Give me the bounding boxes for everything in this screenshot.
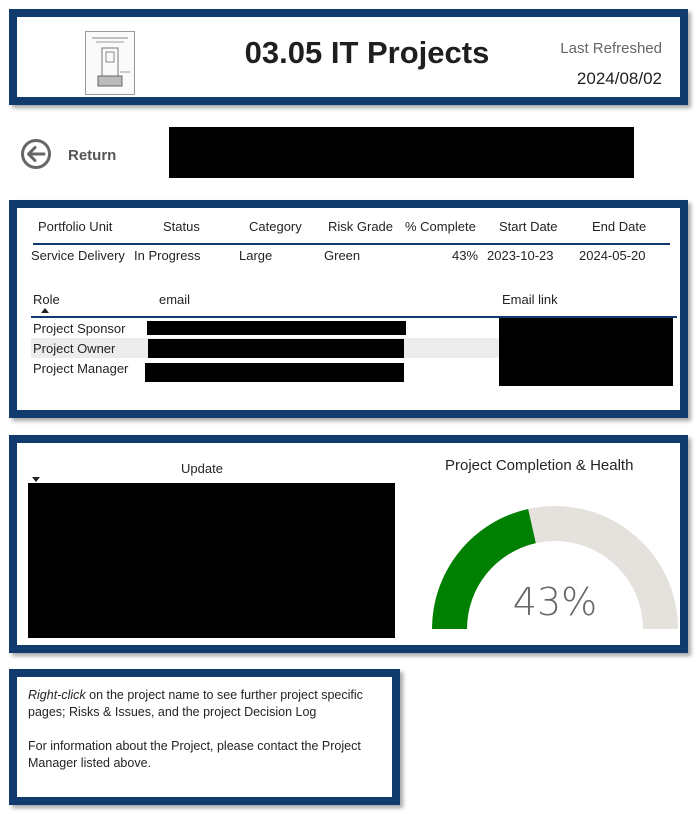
role-project-sponsor: Project Sponsor	[33, 321, 126, 336]
col-category[interactable]: Category	[249, 219, 302, 234]
note-emphasis: Right-click	[28, 688, 86, 702]
info-note-panel: Right-click on the project name to see f…	[9, 669, 400, 805]
gauge-value: 43%	[513, 580, 597, 624]
completion-gauge: 43%	[432, 506, 678, 629]
page-title: 03.05 IT Projects	[244, 35, 490, 70]
note-contact-text: For information about the Project, pleas…	[28, 739, 361, 770]
cell-risk-grade: Green	[324, 248, 361, 263]
redacted-project-name	[169, 127, 634, 178]
redacted-sponsor-email	[147, 321, 406, 335]
col-end-date[interactable]: End Date	[592, 219, 646, 234]
last-refreshed-label: Last Refreshed	[560, 40, 662, 57]
cell-status: In Progress	[134, 248, 201, 263]
sort-descending-icon[interactable]	[32, 477, 40, 482]
back-arrow-icon[interactable]	[20, 138, 52, 170]
return-button[interactable]: Return	[20, 138, 140, 172]
logo-image	[85, 31, 135, 95]
return-label[interactable]: Return	[68, 147, 116, 164]
redacted-email-links	[499, 318, 673, 386]
gauge-title: Project Completion & Health	[445, 457, 634, 474]
cell-start-date: 2023-10-23	[487, 248, 554, 263]
redacted-owner-email	[148, 339, 404, 358]
sort-ascending-icon[interactable]	[41, 308, 49, 313]
cell-end-date: 2024-05-20	[579, 248, 646, 263]
col-risk-grade[interactable]: Risk Grade	[328, 219, 393, 234]
col-status[interactable]: Status	[163, 219, 200, 234]
cell-portfolio-unit: Service Delivery	[31, 248, 125, 263]
last-refreshed-date: 2024/08/02	[576, 69, 662, 88]
col-start-date[interactable]: Start Date	[499, 219, 558, 234]
role-project-owner: Project Owner	[33, 341, 116, 356]
col-role[interactable]: Role	[33, 292, 60, 307]
col-email[interactable]: email	[159, 292, 190, 307]
header-panel: 03.05 IT Projects Last Refreshed 2024/08…	[9, 9, 688, 105]
redacted-manager-email	[145, 363, 404, 382]
col-email-link[interactable]: Email link	[502, 292, 558, 307]
col-update[interactable]: Update	[181, 461, 223, 476]
role-project-manager: Project Manager	[33, 361, 129, 376]
col-portfolio-unit[interactable]: Portfolio Unit	[38, 219, 112, 234]
col-percent-complete[interactable]: % Complete	[405, 219, 476, 234]
cell-percent-complete: 43%	[452, 248, 479, 263]
table-header-divider	[33, 243, 670, 245]
note-right-click-text: Right-click on the project name to see f…	[28, 687, 388, 721]
update-and-health-panel: Update Project Completion & Health 43%	[9, 435, 688, 653]
cell-category: Large	[239, 248, 273, 263]
redacted-update-text	[28, 483, 395, 638]
project-details-panel: Portfolio Unit Status Category Risk Grad…	[9, 200, 688, 418]
